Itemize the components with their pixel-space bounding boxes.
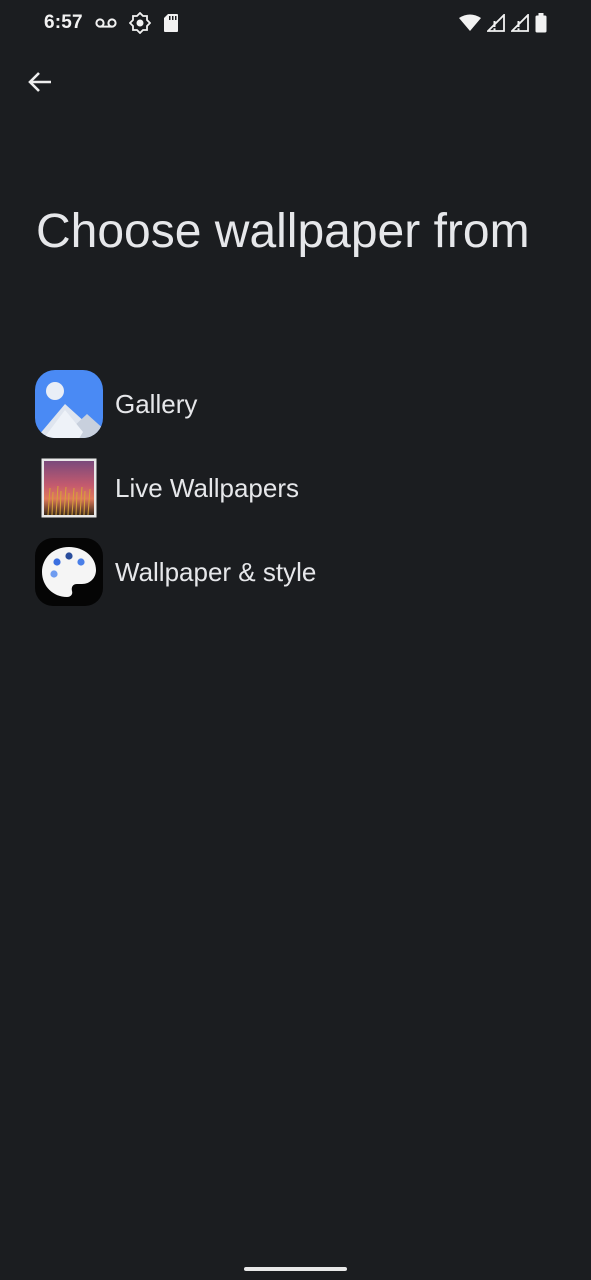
option-label: Wallpaper & style	[115, 556, 317, 587]
voicemail-icon	[95, 17, 117, 29]
option-label: Live Wallpapers	[115, 472, 300, 503]
wifi-icon	[459, 14, 481, 32]
option-live-wallpapers[interactable]: Live Wallpapers	[0, 446, 591, 530]
status-bar: 6:57	[0, 0, 591, 46]
page-title: Choose wallpaper from	[36, 205, 530, 258]
option-list: Gallery Live Wallpapers Wallpaper & styl…	[0, 362, 591, 614]
status-time: 6:57	[44, 12, 83, 33]
signal-alert-icon	[511, 14, 529, 32]
status-right	[459, 13, 547, 33]
option-wallpaper-style[interactable]: Wallpaper & style	[0, 530, 591, 614]
status-left: 6:57	[44, 12, 179, 34]
palette-icon	[35, 538, 103, 606]
live-wallpapers-icon	[35, 454, 103, 522]
back-button[interactable]	[18, 62, 62, 106]
screen: 6:57 Choose wallpaper from Gallery Live …	[0, 0, 591, 1280]
gallery-icon	[35, 370, 103, 438]
brightness-icon	[128, 12, 151, 34]
sd-card-icon	[163, 13, 179, 33]
option-gallery[interactable]: Gallery	[0, 362, 591, 446]
option-label: Gallery	[115, 388, 198, 419]
signal-alert-icon	[487, 14, 505, 32]
gesture-nav-bar[interactable]	[244, 1267, 347, 1271]
battery-icon	[535, 13, 547, 33]
arrow-back-icon	[27, 69, 53, 100]
